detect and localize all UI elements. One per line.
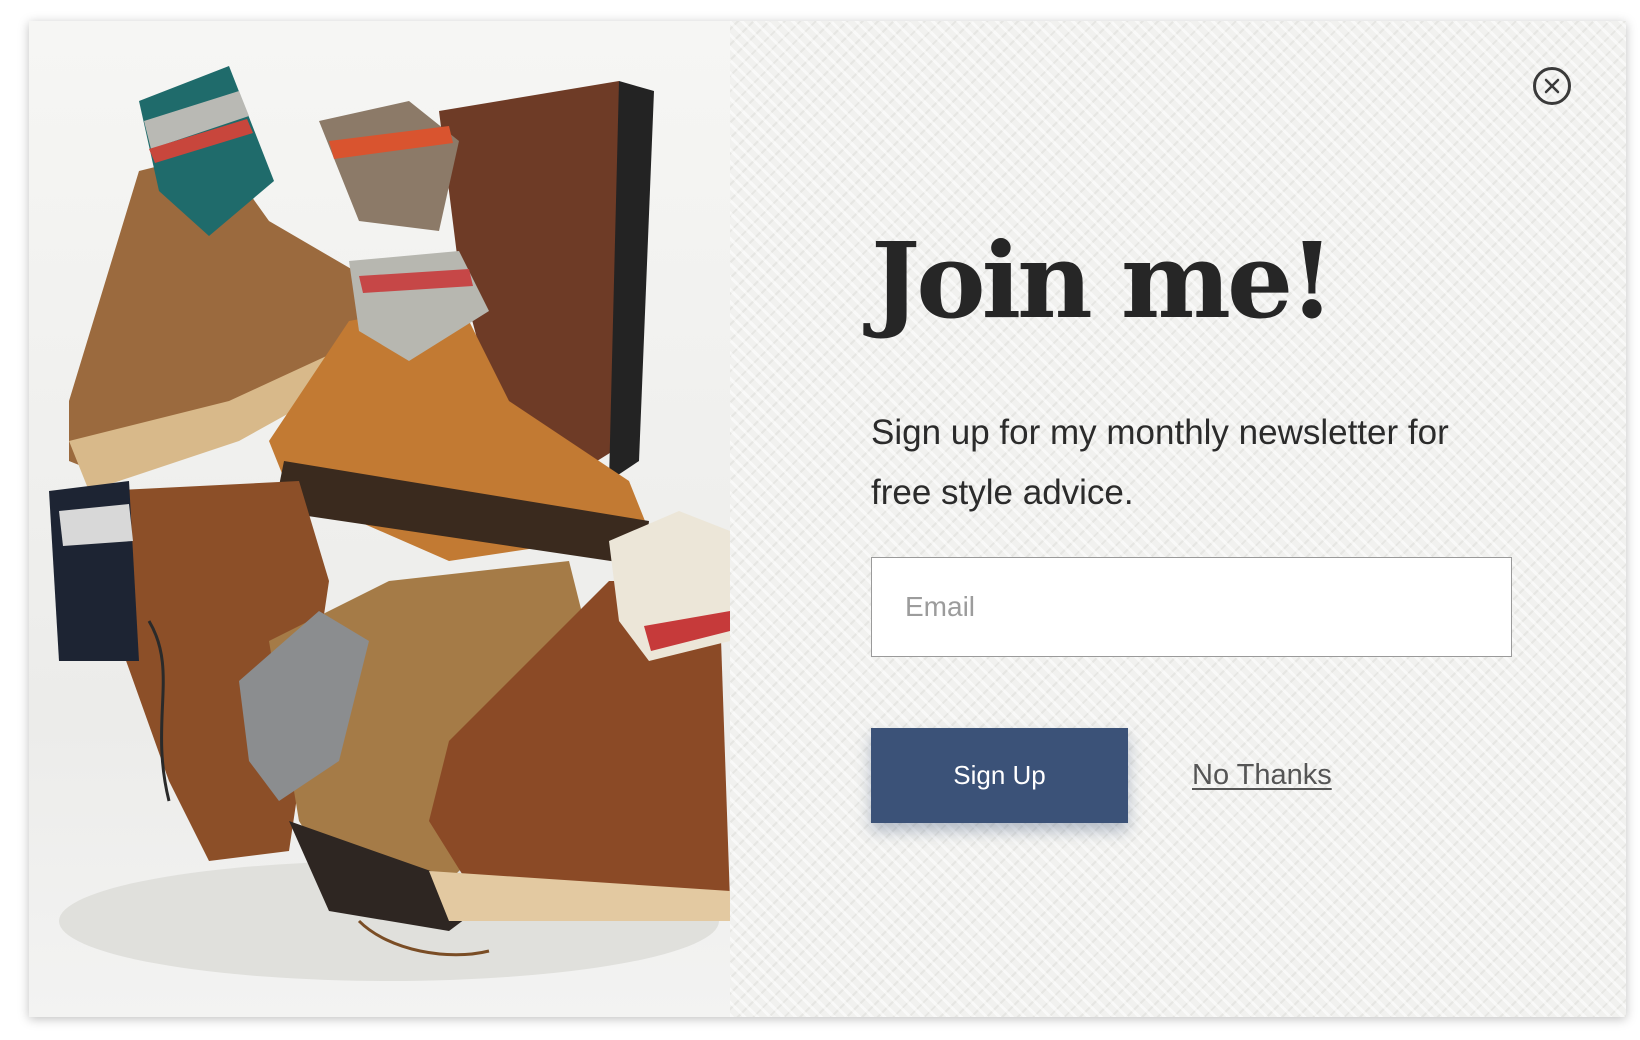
close-icon bbox=[1544, 78, 1560, 94]
popup-headline: Join me! bbox=[871, 219, 1335, 342]
boots-photo bbox=[29, 21, 730, 1017]
close-button[interactable] bbox=[1533, 67, 1571, 105]
boots-illustration bbox=[49, 66, 730, 981]
signup-panel: Join me! Sign up for my monthly newslett… bbox=[730, 21, 1626, 1017]
signup-button[interactable]: Sign Up bbox=[871, 728, 1128, 823]
newsletter-popup: Join me! Sign up for my monthly newslett… bbox=[29, 21, 1626, 1017]
email-input[interactable] bbox=[871, 557, 1512, 657]
no-thanks-link[interactable]: No Thanks bbox=[1192, 759, 1332, 792]
popup-description: Sign up for my monthly newsletter for fr… bbox=[871, 413, 1449, 512]
